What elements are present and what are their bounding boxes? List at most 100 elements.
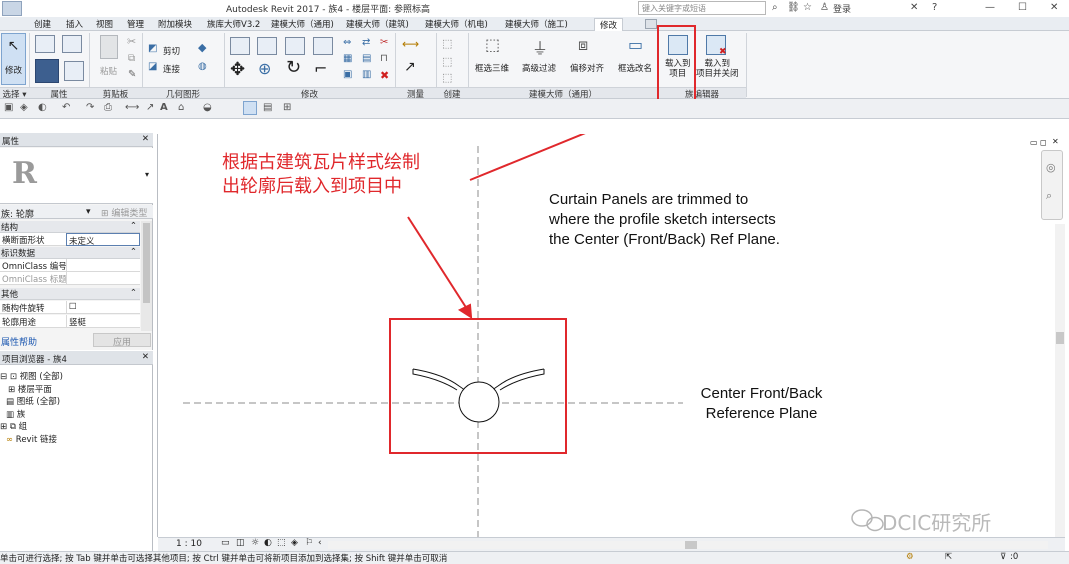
- open-icon[interactable]: ▣: [4, 102, 13, 113]
- tab-insert[interactable]: 插入: [66, 18, 83, 31]
- offset-tool[interactable]: [257, 37, 277, 55]
- text-icon[interactable]: A: [160, 102, 168, 113]
- tree-item-floor-plans[interactable]: ⊞ 楼层平面: [8, 383, 52, 395]
- cube-icon[interactable]: ◆: [198, 41, 206, 54]
- mirror-draw-tool[interactable]: [313, 37, 333, 55]
- measure-icon[interactable]: ⟷: [402, 37, 419, 51]
- cut-geometry-label[interactable]: 剪切: [163, 45, 180, 57]
- star-icon[interactable]: ☆: [803, 2, 812, 13]
- property-value-input[interactable]: [66, 259, 140, 272]
- copy-icon[interactable]: ⧉: [128, 53, 135, 64]
- scroll-thumb[interactable]: [143, 223, 150, 303]
- switch-windows-icon[interactable]: ⊞: [283, 102, 291, 113]
- status-filter-icon[interactable]: ⊽: [1000, 552, 1006, 562]
- aligned-dim-icon[interactable]: ↗: [146, 102, 154, 113]
- shadows-icon[interactable]: ◐: [264, 538, 272, 548]
- expand-icon[interactable]: ⊞: [8, 385, 15, 395]
- panel-select-label[interactable]: 选择 ▾: [0, 87, 29, 100]
- apply-button[interactable]: 应用: [93, 333, 151, 348]
- tree-item-groups[interactable]: ⊞ ⧉ 组: [0, 420, 27, 432]
- tab-master-arch[interactable]: 建模大师（建筑): [346, 18, 409, 31]
- help-icon[interactable]: ?: [932, 2, 937, 13]
- print-icon[interactable]: ⎙: [104, 102, 112, 113]
- group-icon[interactable]: ▥: [362, 69, 371, 80]
- create-part-icon[interactable]: ⬚: [442, 71, 452, 84]
- delete-icon[interactable]: ✖: [380, 69, 389, 82]
- vertical-scrollbar[interactable]: [1055, 224, 1065, 537]
- reveal-hidden-icon[interactable]: ◈: [291, 538, 298, 548]
- filter-label[interactable]: 高级过滤: [522, 62, 556, 74]
- tab-master-construction[interactable]: 建模大师（施工): [505, 18, 568, 31]
- tree-item-revit-links[interactable]: ∞ Revit 链接: [6, 433, 57, 445]
- mirror-axis-tool[interactable]: [285, 37, 305, 55]
- lock-icon[interactable]: ⊓: [380, 53, 388, 64]
- type-filter-dropdown[interactable]: ▾: [86, 207, 91, 217]
- close-hidden-icon[interactable]: ▤: [263, 102, 272, 113]
- view-maximize-icon[interactable]: ◻: [1040, 138, 1047, 147]
- tab-manage[interactable]: 管理: [127, 18, 144, 31]
- properties-help-link[interactable]: 属性帮助: [1, 335, 37, 348]
- type-properties-button[interactable]: [62, 35, 82, 53]
- family-category-button[interactable]: [64, 61, 84, 81]
- restore-button[interactable]: ☐: [1018, 2, 1027, 13]
- collapse-icon[interactable]: ⌃: [130, 288, 137, 298]
- status-link-icon[interactable]: ⚙: [906, 552, 914, 562]
- sync-icon[interactable]: ◐: [38, 102, 47, 113]
- temp-hide-icon[interactable]: ⚐: [305, 538, 313, 548]
- dimension-icon[interactable]: ↗: [404, 59, 416, 75]
- scroll-left-icon[interactable]: ‹: [318, 538, 322, 548]
- cut-geometry-icon[interactable]: ◩: [148, 43, 157, 54]
- split-gap-icon[interactable]: ✂: [380, 37, 388, 48]
- section-icon[interactable]: ◒: [203, 102, 212, 113]
- expand-icon[interactable]: ⊟: [0, 372, 7, 382]
- browser-close-icon[interactable]: ✕: [142, 352, 149, 362]
- copy-element-icon[interactable]: ⊕: [258, 59, 271, 78]
- user-icon[interactable]: ♙: [820, 2, 829, 13]
- tile-profile-sketch[interactable]: [412, 368, 545, 423]
- tab-addins[interactable]: 附加模块: [158, 18, 192, 31]
- section-identity[interactable]: 标识数据 ⌃: [0, 247, 140, 259]
- sun-path-icon[interactable]: ☼: [251, 538, 259, 548]
- measure-small-icon[interactable]: ⟷: [125, 102, 139, 113]
- join-geometry-icon[interactable]: ◪: [148, 61, 157, 72]
- filter-icon[interactable]: ⏚: [532, 35, 548, 59]
- drawing-canvas[interactable]: 根据古建筑瓦片样式绘制 出轮廓后载入到项目中 Curtain Panels ar…: [157, 134, 1065, 551]
- steering-wheel-icon[interactable]: ◎: [1046, 161, 1056, 174]
- edit-type-button[interactable]: ⊞ 编辑类型: [101, 206, 147, 219]
- align-tool[interactable]: [230, 37, 250, 55]
- redo-icon[interactable]: ↷: [86, 102, 94, 113]
- tab-master-mep[interactable]: 建模大师（机电): [425, 18, 488, 31]
- unpin-icon[interactable]: ▤: [362, 53, 371, 64]
- collapse-icon[interactable]: ⌃: [130, 221, 137, 231]
- scroll-thumb[interactable]: [685, 541, 697, 549]
- detail-level-icon[interactable]: ▭: [221, 538, 230, 548]
- crop-icon[interactable]: ⬚: [277, 538, 286, 548]
- box-3d-label[interactable]: 框选三维: [475, 62, 509, 74]
- trim-icon[interactable]: ⌐: [314, 59, 327, 78]
- minimize-button[interactable]: —: [985, 2, 995, 13]
- properties-close-icon[interactable]: ✕: [142, 134, 149, 144]
- modify-tool-button[interactable]: ↖ 修改: [1, 33, 26, 85]
- rotate-icon[interactable]: ↻: [286, 57, 301, 78]
- scale-icon[interactable]: ▣: [343, 69, 352, 80]
- scale-label[interactable]: 1 : 10: [176, 539, 202, 549]
- offset-align-label[interactable]: 偏移对齐: [570, 62, 604, 74]
- exchange-icon[interactable]: ✕: [910, 2, 918, 13]
- tab-view[interactable]: 视图: [96, 18, 113, 31]
- rename-label[interactable]: 框选改名: [618, 62, 652, 74]
- search-input[interactable]: 键入关键字或短语: [638, 1, 766, 15]
- zoom-icon[interactable]: ⌕: [1046, 189, 1052, 203]
- property-value-input[interactable]: 竖梃: [66, 315, 140, 328]
- 3d-view-icon[interactable]: ⌂: [178, 102, 184, 113]
- paint-icon[interactable]: ◍: [198, 61, 207, 72]
- properties-scrollbar[interactable]: [141, 221, 152, 331]
- create-group-icon[interactable]: ⬚: [442, 37, 452, 50]
- properties-button[interactable]: [35, 35, 55, 53]
- tab-create[interactable]: 创建: [34, 18, 51, 31]
- app-menu-button[interactable]: [2, 1, 22, 16]
- tab-modify[interactable]: 修改: [594, 18, 624, 31]
- visual-style-icon[interactable]: ◫: [236, 538, 245, 548]
- horizontal-scrollbar[interactable]: [328, 541, 1048, 549]
- paste-label[interactable]: 粘贴: [100, 65, 117, 77]
- view-restore-icon[interactable]: ▭: [1030, 138, 1038, 147]
